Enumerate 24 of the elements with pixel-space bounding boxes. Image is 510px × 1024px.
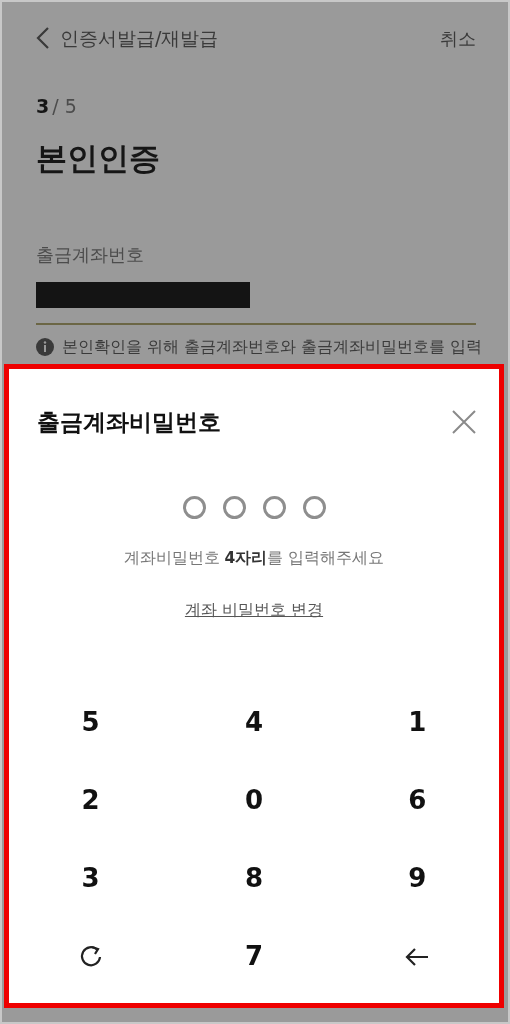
- hint-text: 계좌비밀번호 4자리를 입력해주세요: [122, 547, 386, 569]
- sheet-title: 출금계좌비밀번호: [37, 408, 221, 437]
- step-current: 3: [36, 95, 50, 117]
- number-key[interactable]: 1: [335, 683, 499, 762]
- number-key[interactable]: 2: [9, 761, 173, 840]
- close-button[interactable]: [451, 409, 477, 436]
- number-key[interactable]: 8: [172, 839, 336, 918]
- number-key[interactable]: 5: [9, 683, 173, 762]
- number-key[interactable]: 9: [335, 839, 499, 918]
- number-key[interactable]: 0: [172, 761, 336, 840]
- cancel-button[interactable]: 취소: [440, 24, 476, 52]
- back-icon[interactable]: [36, 26, 50, 50]
- backspace-icon: [404, 946, 431, 967]
- page-title: 본인인증: [36, 138, 161, 178]
- header-title: 인증서발급/재발급: [60, 25, 219, 51]
- number-key[interactable]: 3: [9, 839, 173, 918]
- notice-text: 본인확인을 위해 출금계좌번호와 출금계좌비밀번호를 입력: [62, 336, 483, 358]
- step-total: / 5: [52, 95, 77, 117]
- info-icon: [36, 338, 54, 356]
- number-key[interactable]: 7: [172, 917, 336, 996]
- number-key[interactable]: 6: [335, 761, 499, 840]
- change-password-link[interactable]: 계좌 비밀번호 변경: [184, 597, 324, 622]
- number-key[interactable]: 4: [172, 683, 336, 762]
- field-label: 출금계좌번호: [36, 243, 145, 267]
